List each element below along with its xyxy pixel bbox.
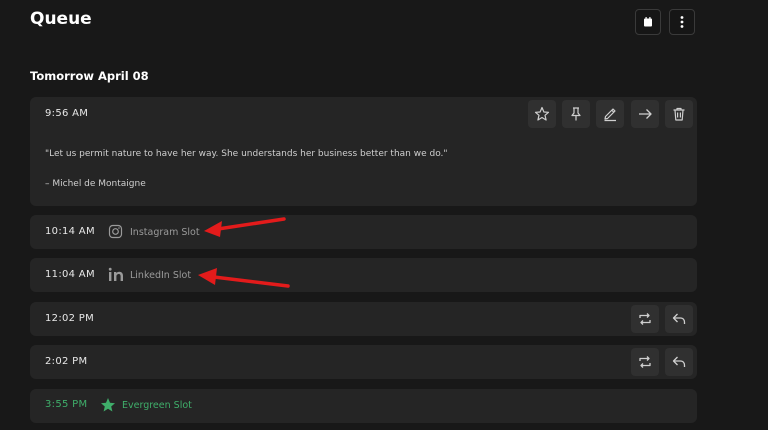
more-vertical-icon	[680, 16, 684, 28]
instagram-icon	[108, 224, 123, 239]
reply-icon	[672, 313, 686, 324]
page-title: Queue	[30, 9, 92, 29]
slot-time: 3:55 PM	[45, 399, 88, 410]
star-outline-icon	[534, 106, 550, 121]
edit-button[interactable]	[596, 100, 624, 128]
pin-icon	[571, 107, 581, 121]
scheduled-post-card[interactable]: 9:56 AM "Let us permit nature to have he…	[30, 97, 697, 206]
pin-button[interactable]	[562, 100, 590, 128]
slot-empty[interactable]: 12:02 PM	[30, 302, 697, 336]
slot-label: LinkedIn Slot	[130, 270, 192, 281]
slot-time: 10:14 AM	[45, 226, 95, 237]
linkedin-icon	[108, 267, 123, 281]
calendar-icon	[644, 17, 652, 27]
annotation-arrow	[204, 217, 286, 237]
arrow-right-icon	[639, 109, 652, 119]
post-time: 9:56 AM	[45, 108, 89, 119]
star-icon	[101, 398, 115, 412]
slot-label: Instagram Slot	[130, 227, 200, 238]
slot-time: 2:02 PM	[45, 356, 88, 367]
slot-evergreen[interactable]: 3:55 PM Evergreen Slot	[30, 389, 697, 423]
more-options-button[interactable]	[669, 9, 695, 35]
repost-button[interactable]	[631, 348, 659, 376]
slot-empty[interactable]: 2:02 PM	[30, 345, 697, 379]
repeat-icon	[639, 313, 651, 325]
pencil-icon	[604, 108, 616, 122]
reply-button[interactable]	[665, 348, 693, 376]
date-header: Tomorrow April 08	[30, 69, 149, 83]
trash-icon	[673, 107, 685, 121]
delete-button[interactable]	[665, 100, 693, 128]
reply-button[interactable]	[665, 305, 693, 333]
slot-time: 12:02 PM	[45, 313, 95, 324]
slot-instagram[interactable]: 10:14 AM Instagram Slot	[30, 215, 697, 249]
slot-label: Evergreen Slot	[122, 400, 192, 411]
slot-linkedin[interactable]: 11:04 AM LinkedIn Slot	[30, 258, 697, 292]
reply-icon	[672, 356, 686, 367]
favorite-button[interactable]	[528, 100, 556, 128]
calendar-button[interactable]	[635, 9, 661, 35]
post-quote: "Let us permit nature to have her way. S…	[45, 149, 448, 159]
annotation-arrow	[198, 268, 290, 288]
repeat-icon	[639, 356, 651, 368]
slot-time: 11:04 AM	[45, 269, 95, 280]
repost-button[interactable]	[631, 305, 659, 333]
share-now-button[interactable]	[631, 100, 659, 128]
post-author: – Michel de Montaigne	[45, 179, 146, 189]
